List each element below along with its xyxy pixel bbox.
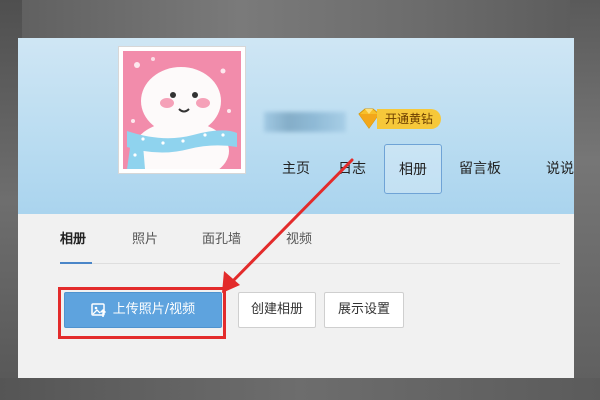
display-settings-button[interactable]: 展示设置 xyxy=(324,292,404,328)
profile-nav: 主页 日志 相册 留言板 说说 xyxy=(268,144,574,194)
active-tab-underline xyxy=(60,262,92,264)
tab-photos[interactable]: 照片 xyxy=(132,228,158,264)
blurred-background-top xyxy=(0,0,600,42)
tab-videos[interactable]: 视频 xyxy=(286,228,312,264)
nav-item-home[interactable]: 主页 xyxy=(276,144,316,194)
vip-badge[interactable]: 开通黄钻 xyxy=(355,108,455,130)
album-tabs: 相册 照片 面孔墙 视频 xyxy=(60,228,560,264)
username-blurred xyxy=(264,112,346,132)
highlight-box xyxy=(58,287,226,339)
nav-item-blog[interactable]: 日志 xyxy=(332,144,372,194)
nav-item-moments[interactable]: 说说 xyxy=(522,144,574,194)
tabs-divider xyxy=(60,263,560,264)
blurred-background-right xyxy=(570,0,600,400)
avatar[interactable] xyxy=(118,46,246,174)
nav-item-album[interactable]: 相册 xyxy=(384,144,442,194)
tab-face-wall[interactable]: 面孔墙 xyxy=(202,228,241,264)
nav-item-message-board[interactable]: 留言板 xyxy=(452,144,508,194)
create-album-button[interactable]: 创建相册 xyxy=(238,292,316,328)
tab-albums[interactable]: 相册 xyxy=(60,228,86,264)
blurred-background-bottom xyxy=(0,378,600,400)
vip-badge-label: 开通黄钻 xyxy=(377,109,442,129)
avatar-snowman-image xyxy=(123,51,241,169)
